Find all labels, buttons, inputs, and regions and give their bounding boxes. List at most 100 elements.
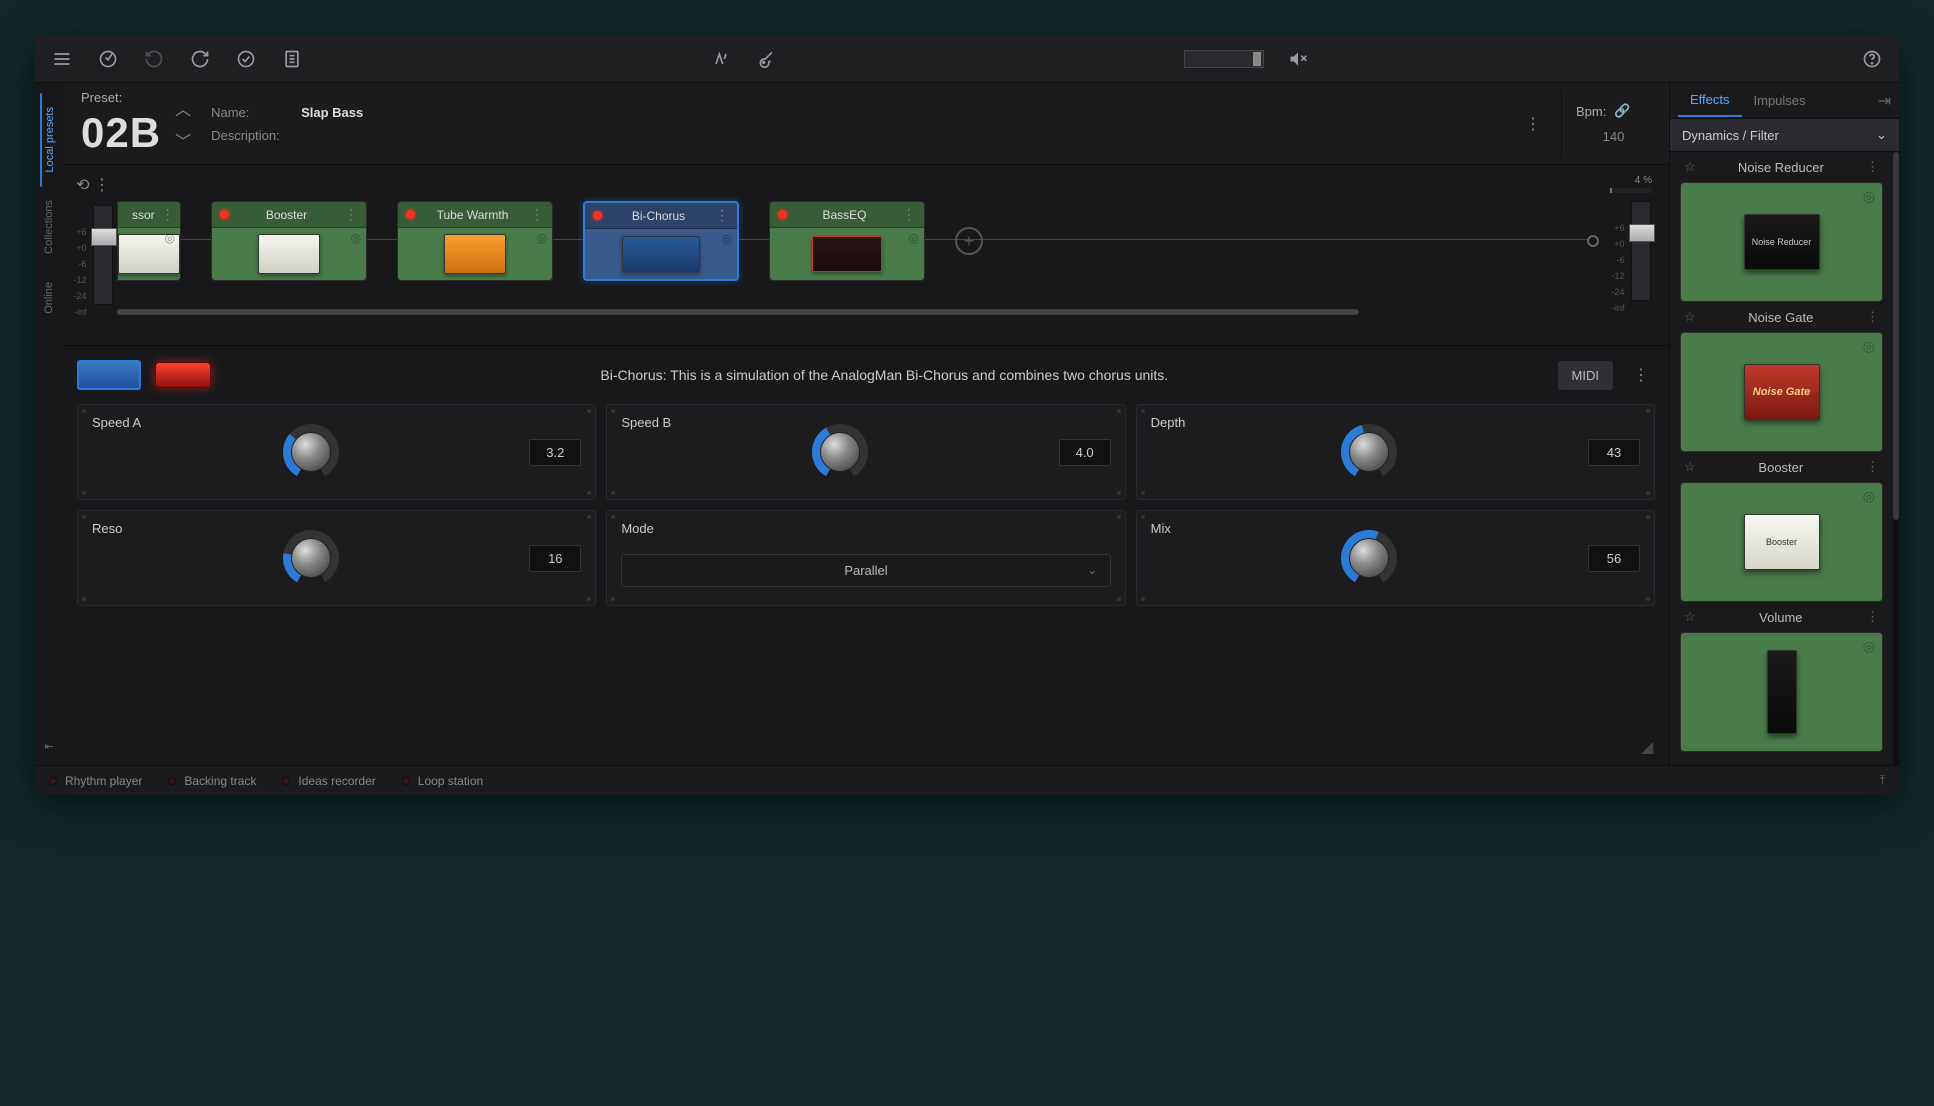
- input-db-scale: +6+0-6-12-24-inf: [73, 227, 90, 317]
- hamburger-icon[interactable]: [50, 47, 74, 71]
- footer-ideas-recorder[interactable]: Ideas recorder: [282, 774, 375, 788]
- favorite-star-icon[interactable]: ☆: [1684, 309, 1696, 325]
- rail-tab-online[interactable]: Online: [41, 268, 57, 328]
- undo-icon[interactable]: [142, 47, 166, 71]
- param-knob[interactable]: [1341, 424, 1397, 480]
- fx-preview[interactable]: ◎Noise Reducer: [1680, 182, 1883, 302]
- fx-name: Booster: [1704, 460, 1858, 475]
- bpm-link-icon[interactable]: 🔗: [1614, 103, 1630, 119]
- effect-bypass-led[interactable]: [155, 362, 211, 388]
- preset-number[interactable]: 02B: [81, 109, 161, 157]
- output-fader[interactable]: [1631, 201, 1651, 301]
- fx-menu-icon[interactable]: ⋮: [1866, 159, 1879, 175]
- master-volume-slider[interactable]: [1184, 50, 1264, 68]
- param-value[interactable]: 56: [1588, 545, 1640, 572]
- fx-menu-icon[interactable]: ⋮: [1866, 609, 1879, 625]
- stereo-icon: ◎: [351, 231, 361, 245]
- led-off-icon: [168, 777, 176, 785]
- fx-preview[interactable]: ◎Noise Gate: [1680, 332, 1883, 452]
- pedal-bi-chorus[interactable]: Bi-Chorus⋮◎: [583, 201, 739, 281]
- pedal-thumb: [444, 234, 506, 274]
- effect-description: Bi-Chorus: This is a simulation of the A…: [225, 367, 1544, 383]
- pedal-led-icon: [406, 210, 415, 219]
- tab-impulses[interactable]: Impulses: [1742, 85, 1818, 116]
- pedal-menu-icon[interactable]: ⋮: [902, 206, 916, 223]
- output-db-scale: +6+0-6-12-24-inf: [1611, 223, 1628, 313]
- redo-icon[interactable]: [188, 47, 212, 71]
- stereo-icon: ◎: [909, 231, 919, 245]
- check-icon[interactable]: [234, 47, 258, 71]
- fx-thumb: [1767, 650, 1797, 734]
- category-dropdown[interactable]: Dynamics / Filter ⌄: [1670, 119, 1899, 152]
- midi-button[interactable]: MIDI: [1558, 361, 1613, 390]
- app-window: Local presets Collections Online ⇤ Prese…: [35, 35, 1899, 795]
- guitar-icon[interactable]: [755, 47, 779, 71]
- param-knob[interactable]: [812, 424, 868, 480]
- detail-pedal-thumb[interactable]: [77, 360, 141, 390]
- pedal-basseq[interactable]: BassEQ⋮◎: [769, 201, 925, 281]
- chain-scrollbar[interactable]: [117, 309, 1359, 315]
- param-knob[interactable]: [1341, 530, 1397, 586]
- fx-name: Noise Gate: [1704, 310, 1858, 325]
- param-knob[interactable]: [283, 530, 339, 586]
- pedal-led-icon: [593, 211, 602, 220]
- mute-icon[interactable]: [1286, 47, 1310, 71]
- fx-preview[interactable]: ◎: [1680, 632, 1883, 752]
- help-icon[interactable]: [1860, 47, 1884, 71]
- favorite-star-icon[interactable]: ☆: [1684, 159, 1696, 175]
- bpm-box: Bpm:🔗 140: [1561, 89, 1651, 159]
- fx-menu-icon[interactable]: ⋮: [1866, 459, 1879, 475]
- footer-backing-track[interactable]: Backing track: [168, 774, 256, 788]
- rail-tab-collections[interactable]: Collections: [41, 186, 57, 268]
- preset-up-arrow[interactable]: ︿: [175, 96, 191, 120]
- fx-item-noise-gate: ☆ Noise Gate ⋮ ◎Noise Gate: [1680, 302, 1883, 452]
- footer-loop-station[interactable]: Loop station: [402, 774, 483, 788]
- pedal-tube-warmth[interactable]: Tube Warmth⋮◎: [397, 201, 553, 281]
- pedal-menu-icon[interactable]: ⋮: [161, 206, 175, 223]
- rail-tab-local-presets[interactable]: Local presets: [40, 93, 58, 186]
- param-value[interactable]: 16: [529, 545, 581, 572]
- pedal-menu-icon[interactable]: ⋮: [530, 206, 544, 223]
- led-off-icon: [282, 777, 290, 785]
- param-knob[interactable]: [283, 424, 339, 480]
- fx-preview[interactable]: ◎ Booster: [1680, 482, 1883, 602]
- stereo-icon: ◎: [1863, 488, 1875, 505]
- preset-down-arrow[interactable]: ﹀: [175, 128, 191, 152]
- pedal-booster[interactable]: Booster⋮◎: [211, 201, 367, 281]
- upload-icon[interactable]: ⤒: [1880, 773, 1885, 788]
- mode-dropdown[interactable]: Parallel⌄: [621, 554, 1110, 587]
- panel-collapse-icon[interactable]: ⇥: [1878, 91, 1891, 111]
- param-label: Speed B: [621, 415, 671, 430]
- fx-name: Volume: [1704, 610, 1858, 625]
- chain-input-icon[interactable]: ⟲ ⋮: [76, 175, 110, 195]
- tuner-icon[interactable]: [709, 47, 733, 71]
- resize-handle-icon[interactable]: ◢: [1641, 737, 1655, 751]
- power-icon[interactable]: [96, 47, 120, 71]
- input-fader[interactable]: [93, 205, 113, 305]
- fx-item-noise-reducer: ☆Noise Reducer⋮◎Noise Reducer: [1680, 152, 1883, 302]
- preset-name[interactable]: Slap Bass: [301, 105, 363, 120]
- pedal-menu-icon[interactable]: ⋮: [344, 206, 358, 223]
- led-off-icon: [49, 777, 57, 785]
- preset-menu-icon[interactable]: ⋮: [1525, 114, 1541, 134]
- category-label: Dynamics / Filter: [1682, 128, 1779, 143]
- param-depth: Depth43: [1136, 404, 1655, 500]
- detail-menu-icon[interactable]: ⋮: [1627, 365, 1655, 385]
- rail-collapse-icon[interactable]: ⇤: [44, 740, 53, 753]
- fx-thumb: Booster: [1744, 514, 1820, 570]
- fx-menu-icon[interactable]: ⋮: [1866, 309, 1879, 325]
- pedal-menu-icon[interactable]: ⋮: [715, 207, 729, 224]
- bpm-value[interactable]: 140: [1576, 129, 1651, 144]
- favorite-star-icon[interactable]: ☆: [1684, 609, 1696, 625]
- param-value[interactable]: 43: [1588, 439, 1640, 466]
- param-value[interactable]: 3.2: [529, 439, 581, 466]
- add-pedal-button[interactable]: +: [955, 227, 983, 255]
- footer-rhythm-player[interactable]: Rhythm player: [49, 774, 142, 788]
- pedal-ssor[interactable]: ssor⋮◎: [117, 201, 181, 281]
- tab-effects[interactable]: Effects: [1678, 84, 1742, 117]
- param-value[interactable]: 4.0: [1059, 439, 1111, 466]
- stereo-icon: ◎: [1863, 638, 1875, 655]
- fx-scrollbar[interactable]: [1893, 152, 1899, 765]
- favorite-star-icon[interactable]: ☆: [1684, 459, 1696, 475]
- notes-icon[interactable]: [280, 47, 304, 71]
